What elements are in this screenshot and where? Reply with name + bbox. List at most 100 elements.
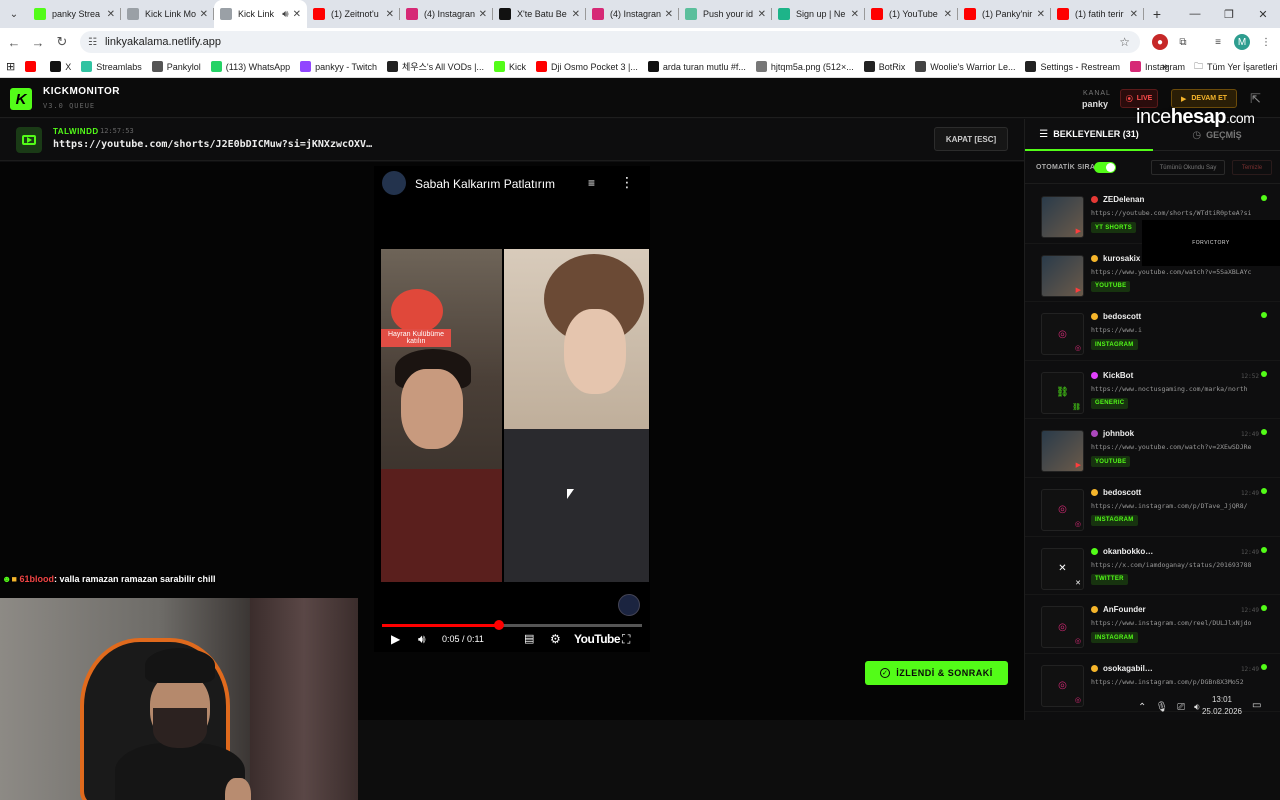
all-bookmarks-folder[interactable]: 🗀 Tüm Yer İşaretleri [1194,59,1278,75]
browser-tab[interactable]: Sign up | Ne ✕ [772,0,865,28]
tab-close-icon[interactable]: ✕ [200,9,208,20]
tab-close-icon[interactable]: ✕ [479,9,487,20]
mark-all-read-button[interactable]: Tümünü Okundu Say [1151,160,1225,175]
new-tab-button[interactable]: + [1144,6,1170,22]
queue-thumbnail[interactable]: ▶ [1041,430,1084,473]
auto-queue-toggle[interactable] [1094,162,1116,173]
settings-gear-icon[interactable]: ⚙ [550,632,561,646]
taskbar-clock[interactable]: 13:01 25.02.2026 [1200,694,1244,718]
browser-tab[interactable]: Push your id ✕ [679,0,772,28]
bookmark-item[interactable]: Instagram [1130,60,1185,73]
browser-tab[interactable]: Kick Link Mo ✕ [121,0,214,28]
tab-close-icon[interactable]: ✕ [851,9,859,20]
browser-menu-icon[interactable]: ⋮ [1258,34,1274,50]
close-button[interactable]: KAPAT [ESC] [934,127,1008,151]
clear-button[interactable]: Temizle [1232,160,1272,175]
notification-icon[interactable]: ▭ [1252,700,1261,711]
browser-tab[interactable]: panky Strea ✕ [28,0,121,28]
tray-chevron-icon[interactable]: ⌃ [1138,702,1146,713]
queue-url[interactable]: https://www.instagram.com/reel/DULJlxNjd… [1091,619,1259,627]
bookmarks-overflow-icon[interactable]: » [1162,61,1168,73]
tab-close-icon[interactable]: ✕ [665,9,673,20]
queue-thumbnail[interactable]: ◎ ◎ [1041,488,1084,531]
bookmark-item[interactable]: hjtqm5a.png (512×... [755,60,854,73]
browser-tab[interactable]: (1) Zeitnot'u ✕ [307,0,400,28]
reload-button[interactable]: ↻ [50,34,74,50]
more-options-icon[interactable]: ⋮ [620,174,634,191]
youtube-embed[interactable]: Sabah Kalkarım Patlatırım ≡ ⋮ Hayran Kul… [374,166,650,652]
tab-close-icon[interactable]: ✕ [572,9,580,20]
extensions-puzzle-icon[interactable]: ⧉ [1175,34,1191,50]
youtube-logo[interactable]: YouTube [574,632,621,646]
playlist-add-icon[interactable]: ≡ [588,176,595,190]
media-control-icon[interactable]: ≡ [1210,34,1226,50]
bookmark-item[interactable]: Pankylol [151,60,201,73]
queue-thumbnail[interactable]: ◎ ◎ [1041,313,1084,356]
external-link-icon[interactable]: ⇱ [1250,91,1261,107]
browser-tab[interactable]: X'te Batu Be ✕ [493,0,586,28]
bookmark-item[interactable]: Dji Osmo Pocket 3 |... [535,60,638,73]
tab-close-icon[interactable]: ✕ [107,9,115,20]
queue-thumbnail[interactable]: ✕ ✕ [1041,547,1084,590]
queue-thumbnail[interactable]: ⛓ ⛓ [1041,371,1084,414]
bookmark-item[interactable]: X [50,60,71,73]
bookmark-item[interactable]: Settings - Restream [1025,60,1120,73]
bookmark-item[interactable]: arda turan mutlu #f... [647,60,746,73]
queue-item[interactable]: ◎ ◎ bedoscott 12:49 https://www.instagram.co… [1025,478,1280,537]
tab-close-icon[interactable]: ✕ [386,9,394,20]
bookmark-item[interactable] [25,60,40,73]
queue-url[interactable]: https://www.instagram.com/p/DGBn8X3Mo52 [1091,678,1259,686]
profile-avatar[interactable]: M [1234,34,1250,50]
tab-search-dropdown[interactable]: ⌄ [0,0,28,28]
video-frame[interactable]: Hayran Kulübüme katılın [381,249,649,582]
tab-close-icon[interactable]: ✕ [293,9,301,20]
extension-red-icon[interactable]: ● [1152,34,1168,50]
video-progress-bar[interactable] [382,620,642,630]
tab-close-icon[interactable]: ✕ [944,9,952,20]
bookmark-item[interactable]: Streamlabs [81,60,142,73]
address-bar[interactable]: ☷ linkyakalama.netlify.app ☆ [80,31,1140,53]
queue-url[interactable]: https://x.com/iamdoganay/status/20169378… [1091,561,1259,569]
queue-item[interactable]: ✕ ✕ okanbokko… 12:49 https://x.com/iamdogana… [1025,537,1280,596]
bookmark-star-icon[interactable]: ☆ [1119,35,1130,49]
queue-url[interactable]: https://www.i [1091,326,1259,334]
channel-watermark[interactable] [618,594,640,616]
bookmark-item[interactable]: (113) WhatsApp [210,60,290,73]
bookmark-item[interactable]: 체우스's All VODs |... [387,60,484,73]
bookmark-item[interactable]: Woolie's Warrior Le... [915,60,1015,73]
play-icon[interactable]: ▶ [391,632,400,646]
bookmark-item[interactable]: pankyy - Twitch [300,60,377,73]
queue-thumbnail[interactable]: ◎ ◎ [1041,664,1084,707]
queue-item[interactable]: ⛓ ⛓ KickBot 12:52 https://www.noctusgaming.c… [1025,361,1280,420]
minimize-button[interactable]: — [1178,0,1212,28]
close-window-button[interactable]: ✕ [1246,0,1280,28]
volume-icon[interactable]: 🔊︎ [418,632,426,647]
queue-thumbnail[interactable]: ◎ ◎ [1041,606,1084,649]
tab-close-icon[interactable]: ✕ [1130,9,1138,20]
video-title[interactable]: Sabah Kalkarım Patlatırım [415,177,555,191]
apps-grid-icon[interactable]: ⊞ [6,60,15,73]
queue-url[interactable]: https://youtube.com/shorts/WTdtiR0pteA?s… [1091,209,1259,217]
browser-tab[interactable]: (1) Panky'nir ✕ [958,0,1051,28]
browser-tab[interactable]: (4) Instagran ✕ [586,0,679,28]
browser-tab[interactable]: (4) Instagran ✕ [400,0,493,28]
queue-item[interactable]: ◎ ◎ AnFounder 12:49 https://www.instagram.co… [1025,595,1280,654]
fullscreen-icon[interactable]: ⛶ [622,632,630,647]
channel-avatar[interactable] [382,171,406,195]
browser-tab[interactable]: (1) YouTube ✕ [865,0,958,28]
browser-tab[interactable]: Kick Link 🔊︎ ✕ [214,0,307,28]
captions-icon[interactable]: ▤ [524,632,534,645]
network-icon[interactable]: ⎚ [1177,702,1185,713]
site-info-icon[interactable]: ☷ [88,37,97,48]
browser-tab[interactable]: (1) fatih terir ✕ [1051,0,1144,28]
queue-item[interactable]: ▶ johnbok 12:49 https://www.youtube.com/wat… [1025,419,1280,478]
tab-close-icon[interactable]: ✕ [758,9,766,20]
tab-audio-icon[interactable]: 🔊︎ [282,9,288,20]
queue-url[interactable]: https://www.noctusgaming.com/marka/north [1091,385,1259,393]
queue-thumbnail[interactable]: ▶ [1041,196,1084,238]
forward-button[interactable]: → [26,35,50,50]
back-button[interactable]: ← [2,35,26,50]
queue-url[interactable]: https://www.youtube.com/watch?v=2XEwSDJR… [1091,443,1259,451]
queue-item[interactable]: ◎ ◎ bedoscott https://www.i INSTAGRAM [1025,302,1280,361]
current-url[interactable]: https://youtube.com/shorts/J2E0bDICMuw?s… [53,139,372,150]
